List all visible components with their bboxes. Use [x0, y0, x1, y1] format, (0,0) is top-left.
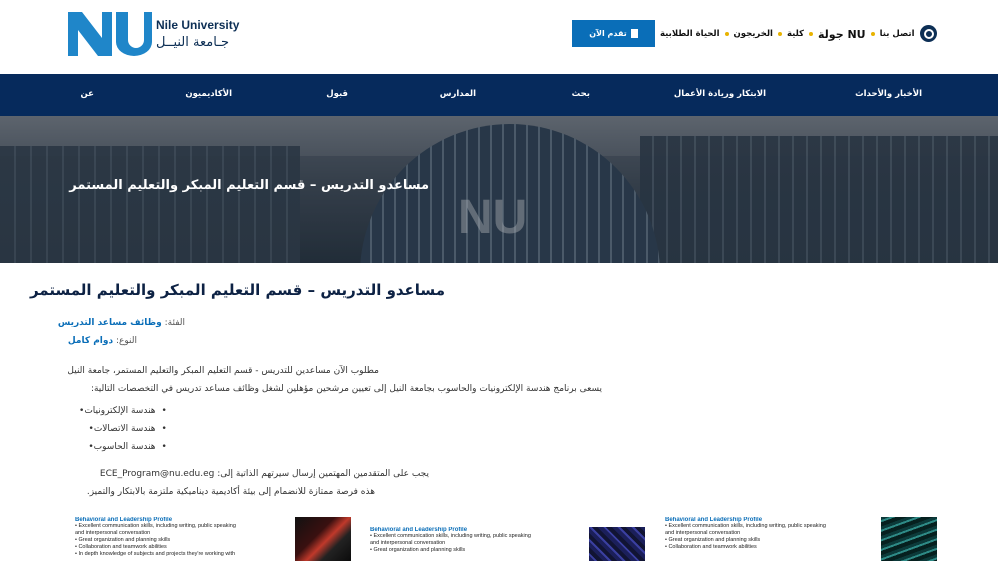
category-value[interactable]: وظائف مساعد التدريس — [58, 318, 162, 328]
flyer-line: • Great organization and planning skills — [370, 547, 466, 553]
search-icon[interactable] — [920, 25, 937, 42]
category-label: الفئة: — [164, 318, 185, 328]
logo-english-text: Nile University — [156, 18, 240, 32]
flyer-text: Behavioral and Leadership Profile • Exce… — [665, 517, 885, 551]
nav-item-research[interactable]: بحث — [572, 74, 590, 116]
list-item: هندسة الحاسوب — [79, 438, 167, 456]
program-paragraph: يسعى برنامج هندسة الإلكترونيات والحاسوب … — [90, 384, 602, 394]
flyer-line: and interpersonal conversation — [665, 530, 741, 536]
separator-dot — [870, 32, 875, 36]
closing-paragraph: هذه فرصة ممتازة للانضمام إلى بيئة أكاديم… — [86, 487, 375, 497]
flyer-line: • Excellent communication skills, includ… — [665, 523, 826, 529]
circuit-board-image — [589, 527, 645, 561]
intro-paragraph: مطلوب الآن مساعدين للتدريس - قسم التعليم… — [67, 366, 379, 376]
specialties-list: هندسة الإلكترونيات هندسة الاتصالات هندسة… — [79, 402, 167, 456]
nav-item-admission[interactable]: قبول — [326, 74, 348, 116]
category-line: الفئة: وظائف مساعد التدريس — [58, 318, 185, 328]
toplink-contact[interactable]: اتصل بنا — [880, 29, 915, 39]
nav-item-innovation[interactable]: الابتكار وريادة الأعمال — [674, 74, 766, 116]
university-logo[interactable]: Nile University جـامعة النيــل — [68, 12, 239, 56]
flyer-line: • Excellent communication skills, includ… — [370, 533, 531, 539]
toplink-tour[interactable]: NU جولة — [818, 28, 866, 41]
nav-item-news-events[interactable]: الأخبار والأحداث — [855, 74, 922, 116]
flyer-line: • Collaboration and teamwork abilities — [665, 544, 757, 550]
top-links: اتصل بنا NU جولة كلية الخريجون الحياة ال… — [660, 26, 915, 42]
logo-arabic-text: جـامعة النيــل — [156, 35, 230, 50]
flyer-line: and interpersonal conversation — [370, 540, 446, 546]
circuit-image — [295, 517, 351, 561]
nu-logo-icon — [68, 12, 152, 56]
type-value[interactable]: دوام كامل — [68, 336, 113, 346]
page-title: مساعدو التدريس – قسم التعليم المبكر والت… — [29, 281, 445, 299]
separator-dot — [809, 32, 813, 36]
flyer-line: and interpersonal conversation — [75, 530, 151, 536]
flyer-line: • Excellent communication skills, includ… — [75, 523, 236, 529]
job-flyer-thumbnail[interactable]: Behavioral and Leadership Profile • Exce… — [75, 517, 351, 561]
toplink-faculty[interactable]: كلية — [787, 29, 804, 39]
flyer-line: • In depth knowledge of subjects and pro… — [75, 551, 236, 557]
list-item: هندسة الاتصالات — [79, 420, 167, 438]
toplink-alumni[interactable]: الخريجون — [734, 29, 773, 39]
flyer-line: • Great organization and planning skills — [665, 537, 761, 543]
type-label: النوع: — [115, 336, 137, 346]
nav-item-schools[interactable]: المدارس — [440, 74, 476, 116]
flyer-text: Behavioral and Leadership Profile • Exce… — [370, 527, 590, 554]
apply-label: تقدم الآن — [589, 29, 627, 38]
separator-dot — [777, 32, 782, 36]
document-icon — [630, 29, 638, 38]
flyer-text: Behavioral and Leadership Profile • Exce… — [75, 517, 295, 558]
hero-title: مساعدو التدريس – قسم التعليم المبكر والت… — [69, 178, 429, 193]
list-item: هندسة الإلكترونيات — [79, 402, 167, 420]
toplink-student-life[interactable]: الحياة الطلابية — [660, 29, 720, 39]
type-line: النوع: دوام كامل — [68, 336, 137, 346]
job-flyer-thumbnail[interactable]: Behavioral and Leadership Profile • Exce… — [370, 527, 645, 561]
nav-item-academics[interactable]: الأكاديميون — [185, 74, 232, 116]
flyer-line: • Collaboration and teamwork abilities — [75, 544, 167, 550]
abstract-image — [881, 517, 937, 561]
apply-email-paragraph: يجب على المتقدمين المهتمين إرسال سيرتهم … — [99, 469, 429, 479]
top-bar: Nile University جـامعة النيــل تقدم الآن… — [0, 0, 998, 74]
main-navigation: الأخبار والأحداث الابتكار وريادة الأعمال… — [0, 74, 998, 116]
apply-now-button[interactable]: تقدم الآن — [572, 20, 655, 47]
flyer-line: • Great organization and planning skills — [75, 537, 171, 543]
nav-item-about[interactable]: عن — [81, 74, 94, 116]
job-flyer-thumbnail[interactable]: Behavioral and Leadership Profile • Exce… — [665, 517, 937, 561]
separator-dot — [724, 32, 729, 36]
